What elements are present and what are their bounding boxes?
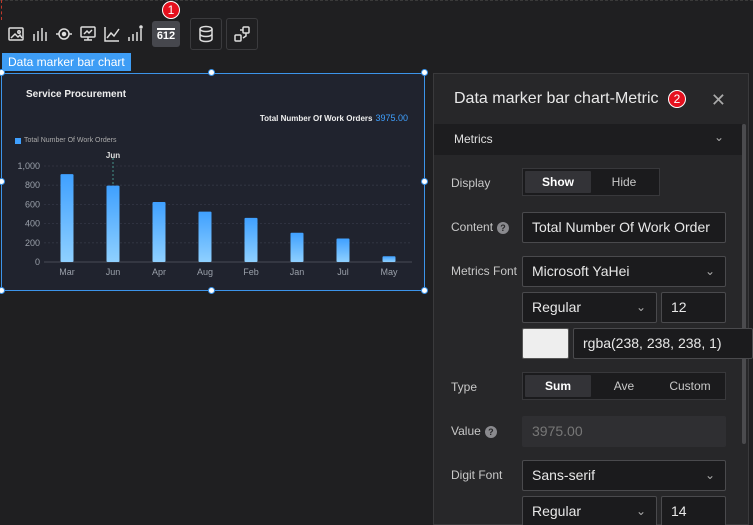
line-chart-icon[interactable] <box>100 21 124 47</box>
resize-handle-br[interactable] <box>421 287 428 294</box>
digit-font-select[interactable]: Sans-serif ⌄ <box>522 460 726 491</box>
type-toggle: Sum Ave Custom <box>522 372 726 400</box>
y-tick-label: 0 <box>35 257 40 267</box>
bar <box>198 211 212 262</box>
x-tick-label: Aug <box>197 267 213 277</box>
metrics-color-input[interactable]: rgba(238, 238, 238, 1) <box>573 328 753 359</box>
value-input: 3975.00 <box>522 416 726 447</box>
display-show-option[interactable]: Show <box>525 171 591 193</box>
metric-tool-button[interactable]: 612 <box>152 21 180 47</box>
bar-chart-widget[interactable]: Service Procurement Total Number Of Work… <box>1 73 425 291</box>
type-sum-option[interactable]: Sum <box>525 375 591 397</box>
bar <box>336 238 350 262</box>
metric-tool-text: 612 <box>156 27 176 42</box>
digit-font-value: Sans-serif <box>532 467 596 483</box>
bar <box>60 174 74 262</box>
resize-handle-t[interactable] <box>208 69 215 76</box>
display-label: Display <box>451 176 491 190</box>
metrics-color-swatch[interactable] <box>522 328 569 359</box>
display-hide-option[interactable]: Hide <box>591 171 657 193</box>
help-icon[interactable]: ? <box>484 426 497 438</box>
step-badge-1: 1 <box>162 1 180 19</box>
widget-label-tab[interactable]: Data marker bar chart <box>2 53 131 71</box>
digit-font-label: Digit Font <box>451 468 503 482</box>
y-tick-label: 1,000 <box>17 161 40 171</box>
content-label: Content? <box>451 220 510 234</box>
bar <box>290 232 304 262</box>
bar <box>152 202 166 262</box>
y-tick-label: 200 <box>25 238 40 248</box>
image-icon[interactable] <box>4 21 28 47</box>
chevron-down-icon: ⌄ <box>635 504 646 518</box>
panel-scrollbar[interactable] <box>742 124 746 444</box>
screen-icon[interactable] <box>76 21 100 47</box>
metrics-weight-select[interactable]: Regular ⌄ <box>522 292 657 323</box>
x-tick-label: Jan <box>290 267 305 277</box>
bar-chart-data-icon[interactable] <box>124 21 148 47</box>
digit-size-input[interactable]: 14 <box>661 496 726 525</box>
x-tick-label: Jul <box>337 267 349 277</box>
y-tick-label: 400 <box>25 219 40 229</box>
bar-chart-icon[interactable] <box>28 21 52 47</box>
chevron-down-icon: ⌄ <box>704 264 715 278</box>
tooltip-label: Jun <box>106 151 120 160</box>
metrics-font-label: Metrics Font <box>451 264 518 278</box>
x-tick-label: Apr <box>152 267 166 277</box>
section-label: Metrics <box>454 132 493 146</box>
chevron-down-icon: ⌄ <box>704 468 715 482</box>
metrics-font-select[interactable]: Microsoft YaHei ⌄ <box>522 256 726 287</box>
target-icon[interactable] <box>52 21 76 47</box>
interaction-button[interactable] <box>226 18 258 50</box>
digit-weight-select[interactable]: Regular ⌄ <box>522 496 657 525</box>
bar-chart-plot: 0 200 400 600 800 1,000 Mar Jun Jun Apr Aug Feb Jan J… <box>17 151 412 277</box>
bar <box>244 217 258 262</box>
x-tick-label: Mar <box>59 267 75 277</box>
bar <box>106 185 120 262</box>
metrics-font-value: Microsoft YaHei <box>532 263 630 279</box>
y-tick-label: 600 <box>25 199 40 209</box>
value-label-text: Value <box>451 424 481 438</box>
content-input[interactable]: Total Number Of Work Order <box>522 212 726 243</box>
resize-handle-bl[interactable] <box>0 287 5 294</box>
chevron-down-icon: ⌄ <box>713 130 724 144</box>
close-icon[interactable]: ✕ <box>711 90 726 111</box>
chart-type-toolbar: 612 <box>4 20 180 48</box>
content-label-text: Content <box>451 220 494 234</box>
interaction-icon <box>234 26 250 42</box>
metrics-weight-value: Regular <box>532 299 582 315</box>
help-icon[interactable]: ? <box>497 222 510 234</box>
digit-weight-value: Regular <box>532 503 582 519</box>
canvas-guide-vertical <box>1 0 2 20</box>
x-tick-label: May <box>380 267 398 277</box>
display-toggle: Show Hide <box>522 168 660 196</box>
y-tick-label: 800 <box>25 180 40 190</box>
canvas-guide-horizontal <box>0 0 753 1</box>
panel-title: Data marker bar chart-Metric <box>454 90 659 107</box>
type-label: Type <box>451 380 478 394</box>
bar <box>382 256 396 262</box>
resize-handle-tr[interactable] <box>421 69 428 76</box>
x-tick-label: Jun <box>106 267 121 277</box>
type-ave-option[interactable]: Ave <box>591 375 657 397</box>
step-badge-2: 2 <box>668 90 686 108</box>
data-source-button[interactable] <box>190 18 222 50</box>
chevron-down-icon: ⌄ <box>635 300 646 314</box>
type-custom-option[interactable]: Custom <box>657 375 723 397</box>
metric-properties-panel: Data marker bar chart-Metric 2 ✕ Metrics… <box>433 73 753 525</box>
resize-handle-r[interactable] <box>421 178 428 185</box>
x-tick-label: Feb <box>243 267 259 277</box>
database-icon <box>199 25 213 43</box>
metrics-section-header[interactable]: Metrics ⌄ <box>434 124 742 155</box>
resize-handle-b[interactable] <box>208 287 215 294</box>
metrics-size-input[interactable]: 12 <box>661 292 726 323</box>
value-label: Value? <box>451 424 497 438</box>
